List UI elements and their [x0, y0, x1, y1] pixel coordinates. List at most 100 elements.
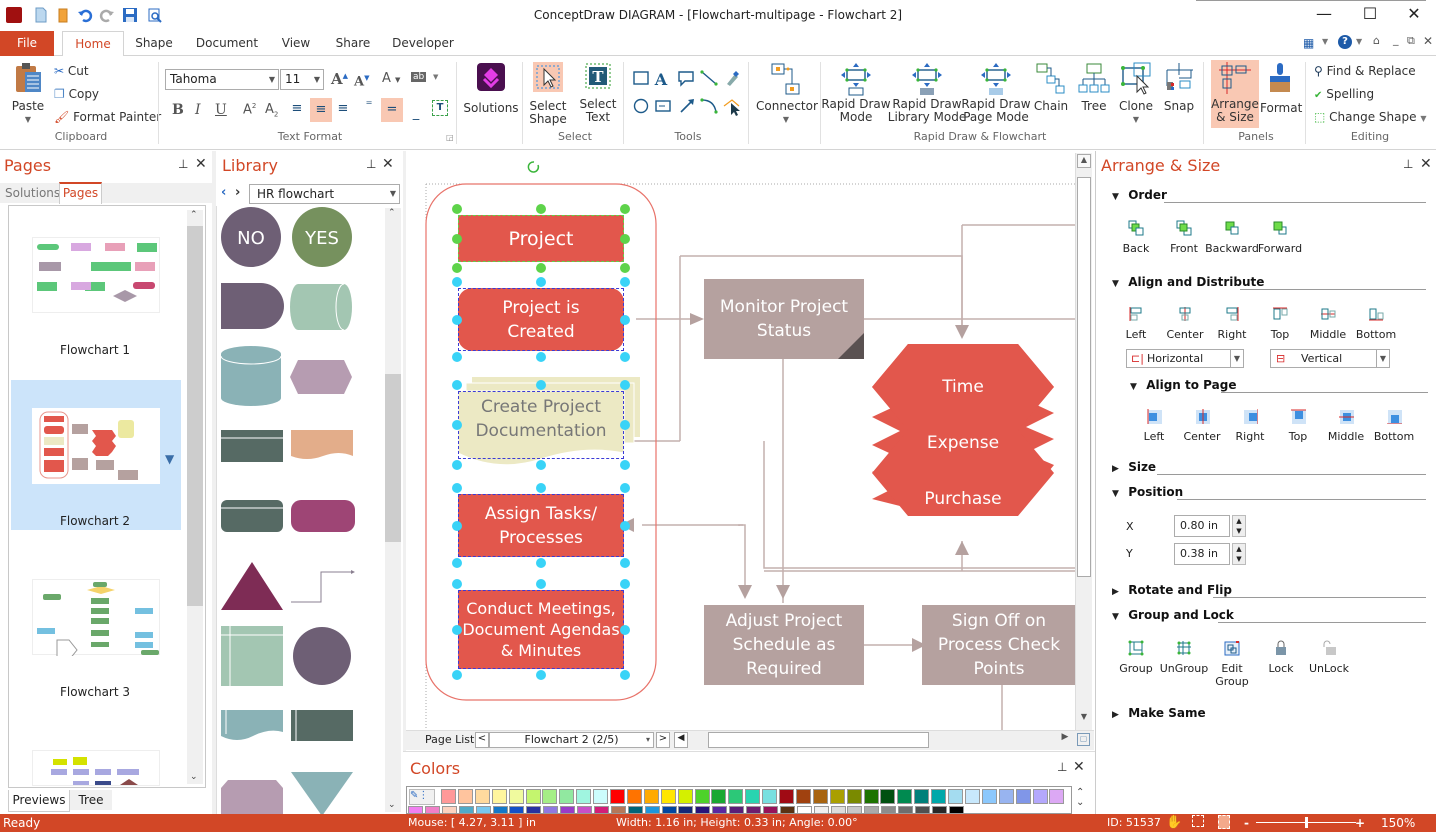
font-size-select[interactable]: 11 ▼: [280, 69, 324, 90]
resize-handle[interactable]: [536, 579, 546, 589]
pages-scrollbar[interactable]: ⌃ ⌄: [187, 210, 203, 784]
align-middle-icon[interactable]: =: [381, 98, 403, 122]
library-shape-process[interactable]: [291, 710, 353, 741]
resize-handle[interactable]: [620, 579, 630, 589]
resize-handle[interactable]: [536, 380, 546, 390]
color-swatch[interactable]: [762, 806, 778, 814]
color-swatch[interactable]: [931, 806, 947, 814]
zoom-area-icon[interactable]: [1192, 815, 1204, 827]
color-swatch[interactable]: [475, 806, 491, 814]
next-page-button[interactable]: >: [656, 732, 670, 748]
color-swatch[interactable]: [508, 789, 524, 804]
color-swatch[interactable]: [729, 806, 745, 814]
color-swatch[interactable]: [847, 806, 863, 814]
subscript-icon[interactable]: A2: [265, 102, 278, 119]
resize-handle[interactable]: [536, 352, 546, 362]
library-shape-loop-limit[interactable]: [221, 780, 283, 814]
color-swatch[interactable]: [560, 806, 576, 814]
close-icon[interactable]: ✕: [195, 156, 207, 172]
resize-handle[interactable]: [620, 558, 630, 568]
position-x-stepper[interactable]: ▲ ▼: [1232, 515, 1246, 537]
color-swatch[interactable]: [711, 789, 727, 804]
resize-handle[interactable]: [452, 314, 462, 325]
align-bottom-button[interactable]: Bottom: [1348, 306, 1404, 341]
prev-page-button[interactable]: <: [475, 732, 489, 748]
page-thumbnail[interactable]: [32, 408, 160, 484]
color-swatch[interactable]: [829, 789, 845, 804]
select-shape-button[interactable]: Select Shape: [529, 62, 567, 126]
palette-scroll-icon[interactable]: ⌃ ⌄: [1076, 788, 1084, 808]
color-swatch[interactable]: [678, 806, 694, 814]
resize-handle[interactable]: [620, 483, 630, 493]
library-shape-delay[interactable]: [221, 283, 284, 329]
library-shape-circle[interactable]: [293, 627, 351, 685]
spelling-button[interactable]: ✔ Spelling: [1314, 84, 1374, 104]
zoom-slider[interactable]: [1256, 817, 1356, 828]
color-swatch[interactable]: [795, 789, 811, 804]
doc-minimize-icon[interactable]: _: [1393, 33, 1399, 46]
library-shape-predefined[interactable]: [221, 430, 283, 462]
scroll-thumb[interactable]: [187, 226, 203, 606]
resize-handle[interactable]: [620, 352, 630, 362]
resize-handle[interactable]: [620, 460, 630, 470]
color-swatch[interactable]: [931, 789, 947, 804]
scroll-down-icon[interactable]: ⌄: [190, 772, 198, 782]
tree-button[interactable]: Tree: [1075, 62, 1113, 113]
pin-icon[interactable]: ⊥: [178, 157, 188, 171]
format-button[interactable]: Format: [1260, 62, 1302, 115]
color-swatch[interactable]: [441, 789, 456, 804]
zoom-slider-thumb[interactable]: [1305, 817, 1308, 828]
library-shape-merge[interactable]: [291, 772, 353, 814]
color-swatch[interactable]: [948, 789, 963, 804]
color-swatch[interactable]: [492, 806, 508, 814]
copy-button[interactable]: ❐ Copy: [54, 84, 99, 104]
resize-handle[interactable]: [620, 624, 630, 635]
superscript-icon[interactable]: A2: [243, 102, 256, 117]
color-swatch[interactable]: [509, 806, 525, 814]
resize-handle[interactable]: [452, 460, 462, 470]
shape-adjust-schedule[interactable]: Adjust Project Schedule as Required: [704, 605, 864, 685]
tab-file[interactable]: File: [0, 31, 54, 56]
help-dropdown-icon[interactable]: ▼: [1356, 37, 1362, 46]
resize-handle[interactable]: [620, 263, 630, 273]
shrink-font-icon[interactable]: A▼: [354, 73, 369, 89]
color-swatch[interactable]: [543, 806, 559, 814]
library-shape-no[interactable]: NO: [221, 207, 281, 267]
color-swatch[interactable]: [695, 806, 711, 814]
resize-handle[interactable]: [452, 233, 462, 244]
grow-font-icon[interactable]: A▲: [331, 70, 348, 88]
scroll-thumb[interactable]: [1077, 177, 1091, 577]
distribute-horizontal-select[interactable]: ⊏| Horizontal ▼: [1126, 349, 1244, 368]
minimize-button[interactable]: —: [1304, 4, 1344, 26]
resize-handle[interactable]: [536, 483, 546, 493]
library-shape-database[interactable]: [220, 346, 282, 406]
library-shape-predefined-rounded[interactable]: [221, 500, 283, 532]
position-x-input[interactable]: 0.80 in: [1174, 515, 1230, 537]
text-fit-icon[interactable]: T: [432, 100, 448, 116]
select-text-button[interactable]: T Select Text: [578, 62, 618, 124]
resize-handle[interactable]: [620, 420, 630, 430]
resize-handle[interactable]: [452, 263, 462, 273]
page-thumbnail[interactable]: [32, 579, 160, 661]
section-rotate-flip[interactable]: ▶ Rotate and Flip: [1112, 583, 1232, 597]
scroll-right-icon[interactable]: ▶: [1058, 732, 1072, 748]
solutions-button[interactable]: Solutions: [463, 62, 519, 115]
chain-button[interactable]: Chain: [1032, 62, 1070, 113]
page-list-select[interactable]: Flowchart 2 (2/5) ▾: [489, 732, 654, 748]
pan-hand-icon[interactable]: ✋: [1166, 814, 1182, 832]
color-swatch[interactable]: [998, 789, 1014, 804]
edit-group-button[interactable]: Edit Group: [1204, 640, 1260, 688]
close-icon[interactable]: ✕: [1073, 759, 1085, 775]
color-swatch[interactable]: [964, 789, 980, 804]
resize-handle[interactable]: [452, 380, 462, 390]
resize-handle[interactable]: [620, 277, 630, 287]
cut-button[interactable]: ✂ Cut: [54, 61, 89, 81]
library-shape-yes[interactable]: YES: [292, 207, 352, 267]
color-swatch[interactable]: [542, 789, 558, 804]
resize-handle[interactable]: [536, 558, 546, 568]
scroll-up-icon[interactable]: ⌃: [190, 210, 198, 220]
align-bottom-icon[interactable]: _: [407, 106, 425, 121]
connector-button[interactable]: Connector ▼: [756, 62, 818, 126]
align-left-button[interactable]: Left: [1108, 306, 1164, 341]
tab-pages[interactable]: Pages: [59, 182, 102, 204]
